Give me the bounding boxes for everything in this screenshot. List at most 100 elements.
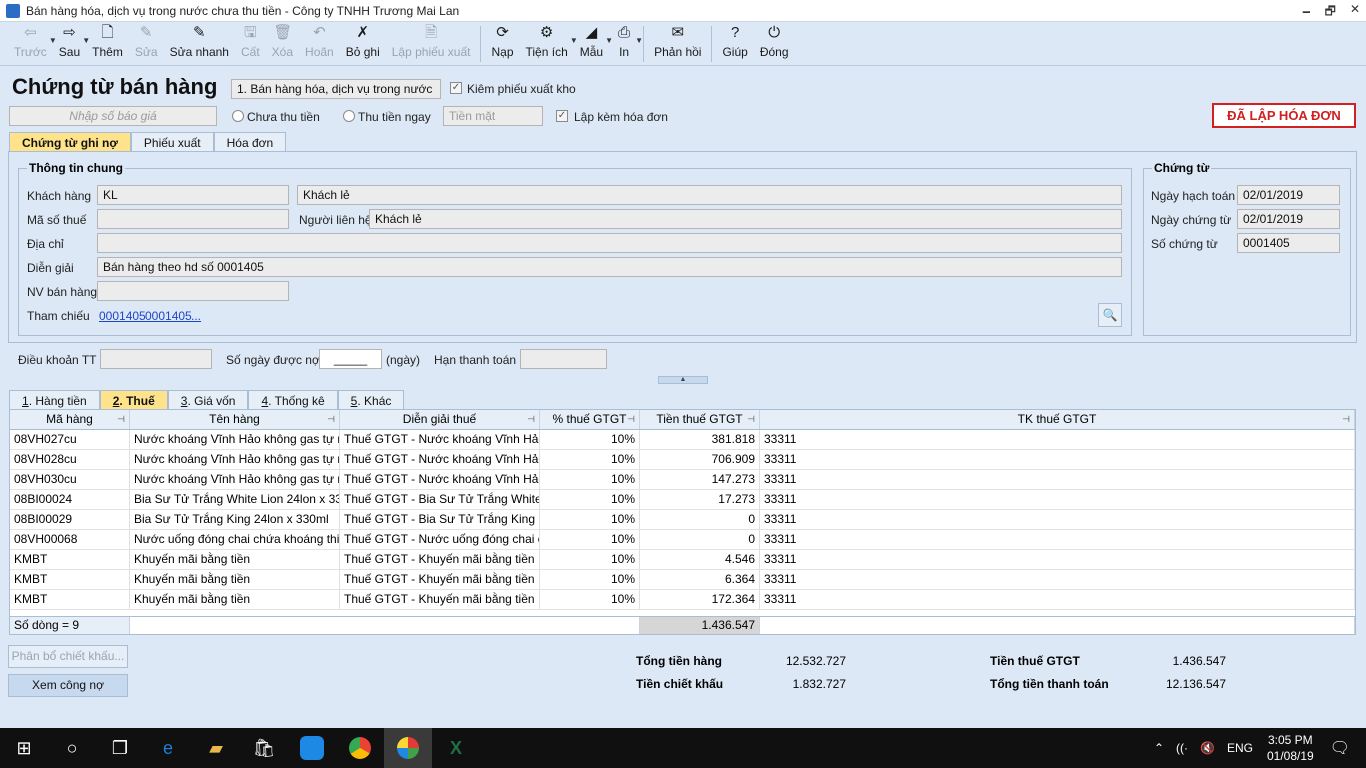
misa-app-icon[interactable] [384, 728, 432, 768]
cell-ma-hang[interactable]: KMBT [10, 590, 130, 609]
toolbar-dong-button[interactable]: ⏻ Đóng [754, 22, 795, 59]
edge-browser-icon[interactable]: e [144, 728, 192, 768]
column-header-dien-giai-thue[interactable]: Diễn giải thuế ⊣ [340, 410, 540, 429]
column-header-tk-thue[interactable]: TK thuế GTGT ⊣ [760, 410, 1355, 429]
cell-tk-thue[interactable]: 33311 [760, 430, 1355, 449]
cell-ten-hang[interactable]: Nước uống đóng chai chứa khoáng thiê [130, 530, 340, 549]
cell-tien-thue[interactable]: 0 [640, 510, 760, 529]
language-indicator[interactable]: ENG [1227, 741, 1253, 755]
quote-number-input[interactable]: Nhập số báo giá [9, 106, 217, 126]
cell-ma-hang[interactable]: 08BI00024 [10, 490, 130, 509]
cell-tien-thue[interactable]: 172.364 [640, 590, 760, 609]
cell-phan-tram-thue[interactable]: 10% [540, 550, 640, 569]
chevron-up-icon[interactable]: ⌃ [1154, 741, 1164, 755]
pin-icon[interactable]: ⊣ [747, 410, 755, 429]
toolbar-sua-nhanh-button[interactable]: ✎ Sửa nhanh [164, 22, 235, 59]
cell-tk-thue[interactable]: 33311 [760, 570, 1355, 589]
cell-ten-hang[interactable]: Nước khoáng Vĩnh Hảo không gas tự nh [130, 430, 340, 449]
cell-ma-hang[interactable]: 08VH027cu [10, 430, 130, 449]
cell-phan-tram-thue[interactable]: 10% [540, 430, 640, 449]
cell-tien-thue[interactable]: 381.818 [640, 430, 760, 449]
view-debt-button[interactable]: Xem công nợ [8, 674, 128, 697]
restore-icon[interactable]: 🗗 [1325, 2, 1336, 23]
cell-ma-hang[interactable]: KMBT [10, 570, 130, 589]
tax-code-input[interactable] [97, 209, 289, 229]
toolbar-sau-button[interactable]: ⇨ Sau ▼ [53, 22, 90, 59]
address-input[interactable] [97, 233, 1122, 253]
cell-phan-tram-thue[interactable]: 10% [540, 590, 640, 609]
detail-tab-khac[interactable]: 5. Khác [337, 390, 405, 410]
pin-icon[interactable]: ⊣ [627, 410, 635, 429]
cell-ma-hang[interactable]: 08BI00029 [10, 510, 130, 529]
table-row[interactable]: KMBT Khuyến mãi bằng tiền Thuế GTGT - Khuy… [10, 550, 1355, 570]
cell-ten-hang[interactable]: Bia Sư Tử Trắng White Lion 24lon x 330 [130, 490, 340, 509]
cell-dien-giai-thue[interactable]: Thuế GTGT - Nước khoáng Vĩnh Hảo [340, 450, 540, 469]
customer-code-input[interactable]: KL [97, 185, 289, 205]
notifications-icon[interactable]: 🗨 [1330, 738, 1350, 758]
excel-icon[interactable]: X [432, 728, 480, 768]
cell-phan-tram-thue[interactable]: 10% [540, 450, 640, 469]
cell-phan-tram-thue[interactable]: 10% [540, 570, 640, 589]
cell-ten-hang[interactable]: Nước khoáng Vĩnh Hảo không gas tự nh [130, 470, 340, 489]
table-row[interactable]: 08VH00068 Nước uống đóng chai chứa khoáng… [10, 530, 1355, 550]
toolbar-sua-button[interactable]: ✎ Sửa [129, 22, 164, 59]
credit-days-stepper[interactable]: _____ [319, 349, 382, 369]
toolbar-giup-button[interactable]: ? Giúp [716, 22, 753, 59]
cell-dien-giai-thue[interactable]: Thuế GTGT - Bia Sư Tử Trắng White [340, 490, 540, 509]
cell-tien-thue[interactable]: 6.364 [640, 570, 760, 589]
chrome-icon[interactable] [336, 728, 384, 768]
network-icon[interactable]: ((· [1176, 741, 1188, 755]
toolbar-bo-ghi-button[interactable]: ✗ Bỏ ghi [340, 22, 386, 59]
windows-start-icon[interactable]: ⊞ [0, 728, 48, 768]
cell-ten-hang[interactable]: Khuyến mãi bằng tiền [130, 590, 340, 609]
pin-icon[interactable]: ⊣ [117, 410, 125, 429]
allocate-discount-button[interactable]: Phân bổ chiết khấu... [8, 645, 128, 668]
cell-tien-thue[interactable]: 17.273 [640, 490, 760, 509]
cell-ma-hang[interactable]: KMBT [10, 550, 130, 569]
cell-ten-hang[interactable]: Khuyến mãi bằng tiền [130, 570, 340, 589]
toolbar-tien-ich-button[interactable]: ⚙ Tiện ích ▼ [520, 22, 578, 59]
search-circle-icon[interactable]: ○ [48, 728, 96, 768]
cell-dien-giai-thue[interactable]: Thuế GTGT - Nước khoáng Vĩnh Hảo [340, 470, 540, 489]
description-input[interactable]: Bán hàng theo hd số 0001405 [97, 257, 1122, 277]
pin-icon[interactable]: ⊣ [527, 410, 535, 429]
cell-dien-giai-thue[interactable]: Thuế GTGT - Bia Sư Tử Trắng King 2 [340, 510, 540, 529]
reference-link-2[interactable]: 0001405 [145, 309, 192, 323]
toolbar-xoa-button[interactable]: 🗑 Xóa [266, 22, 299, 59]
cell-tk-thue[interactable]: 33311 [760, 530, 1355, 549]
reference-search-icon[interactable]: 🔍 [1098, 303, 1122, 327]
cell-dien-giai-thue[interactable]: Thuế GTGT - Khuyến mãi bằng tiền [340, 570, 540, 589]
table-row[interactable]: 08BI00029 Bia Sư Tử Trắng King 24lon x 33… [10, 510, 1355, 530]
reference-more-link[interactable]: ... [191, 309, 201, 323]
task-view-icon[interactable]: ❐ [96, 728, 144, 768]
store-icon[interactable]: 🛍 [240, 728, 288, 768]
kiem-phieu-xuat-kho-checkbox[interactable]: ✓ [450, 82, 462, 94]
toolbar-hoan-button[interactable]: ↶ Hoãn [299, 22, 340, 59]
posting-date-input[interactable]: 02/01/2019 [1237, 185, 1340, 205]
chua-thu-tien-radio[interactable] [232, 110, 244, 122]
thu-tien-ngay-radio[interactable] [343, 110, 355, 122]
cell-ten-hang[interactable]: Nước khoáng Vĩnh Hảo không gas tự nh [130, 450, 340, 469]
cell-tk-thue[interactable]: 33311 [760, 590, 1355, 609]
cell-dien-giai-thue[interactable]: Thuế GTGT - Nước uống đóng chai c [340, 530, 540, 549]
cell-tk-thue[interactable]: 33311 [760, 510, 1355, 529]
detail-tab-thong-ke[interactable]: 4. Thống kê [248, 390, 338, 410]
cell-ten-hang[interactable]: Bia Sư Tử Trắng King 24lon x 330ml [130, 510, 340, 529]
cell-phan-tram-thue[interactable]: 10% [540, 470, 640, 489]
cell-dien-giai-thue[interactable]: Thuế GTGT - Khuyến mãi bằng tiền [340, 550, 540, 569]
pin-icon[interactable]: ⊣ [327, 410, 335, 429]
payment-method-select[interactable]: Tiền mặt [443, 106, 543, 126]
close-window-icon[interactable]: ✕ [1350, 2, 1360, 23]
column-header-phan-tram-thue[interactable]: % thuế GTGT ⊣ [540, 410, 640, 429]
customer-name-input[interactable]: Khách lẻ [297, 185, 1122, 205]
toolbar-mau-button[interactable]: ◢ Mẫu ▼ [574, 22, 613, 59]
table-row[interactable]: 08BI00024 Bia Sư Tử Trắng White Lion 24lo… [10, 490, 1355, 510]
column-header-ma-hang[interactable]: Mã hàng ⊣ [10, 410, 130, 429]
clock[interactable]: 3:05 PM 01/08/19 [1267, 732, 1314, 764]
cell-ma-hang[interactable]: 08VH00068 [10, 530, 130, 549]
salesperson-input[interactable] [97, 281, 289, 301]
zalo-icon[interactable] [288, 728, 336, 768]
dropdown-arrow-icon[interactable]: ▼ [635, 36, 643, 45]
volume-muted-icon[interactable]: 🔇 [1200, 741, 1215, 755]
cell-tk-thue[interactable]: 33311 [760, 450, 1355, 469]
